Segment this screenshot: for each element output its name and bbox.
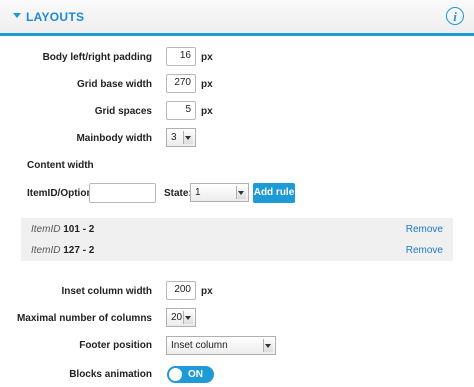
chevron-down-icon bbox=[263, 339, 273, 352]
inset-column-width-input[interactable]: 200 bbox=[166, 281, 196, 300]
toggle-knob bbox=[169, 368, 182, 381]
state-select[interactable]: 1 bbox=[190, 183, 249, 202]
grid-base-width-label: Grid base width bbox=[76, 79, 152, 90]
grid-spaces-input[interactable]: 5 bbox=[166, 101, 196, 120]
remove-link[interactable]: Remove bbox=[406, 245, 443, 256]
footer-position-value: Inset column bbox=[171, 340, 228, 351]
itemid-label: ItemID/Option: bbox=[27, 188, 96, 199]
inset-column-width-unit: px bbox=[201, 286, 213, 297]
max-columns-select[interactable]: 20 bbox=[166, 308, 196, 327]
panel-header[interactable]: LAYOUTS i bbox=[0, 0, 474, 36]
rule-row: ItemID 101 - 2 Remove bbox=[21, 218, 453, 240]
remove-link[interactable]: Remove bbox=[406, 224, 443, 235]
content-width-title: Content width bbox=[27, 160, 94, 171]
mainbody-width-value: 3 bbox=[171, 132, 177, 143]
rule-row: ItemID 127 - 2 Remove bbox=[21, 239, 453, 261]
chevron-down-icon bbox=[183, 311, 193, 324]
rule-id: ItemID 127 - 2 bbox=[31, 245, 95, 256]
max-columns-label: Maximal number of columns bbox=[16, 313, 152, 324]
footer-position-select[interactable]: Inset column bbox=[166, 336, 276, 355]
grid-base-width-unit: px bbox=[201, 79, 213, 90]
blocks-animation-toggle[interactable]: ON bbox=[167, 366, 214, 383]
mainbody-width-label: Mainbody width bbox=[76, 133, 152, 144]
chevron-down-icon[interactable] bbox=[13, 13, 21, 18]
body-padding-label: Body left/right padding bbox=[42, 52, 152, 63]
toggle-state: ON bbox=[188, 369, 203, 380]
state-label: State: bbox=[164, 188, 192, 199]
inset-column-width-label: Inset column width bbox=[61, 286, 152, 297]
footer-position-label: Footer position bbox=[79, 340, 152, 351]
panel-title: LAYOUTS bbox=[26, 10, 85, 24]
grid-spaces-label: Grid spaces bbox=[94, 106, 152, 117]
body-padding-input[interactable]: 16 bbox=[166, 47, 196, 66]
add-rule-button[interactable]: Add rule bbox=[253, 183, 295, 203]
itemid-input[interactable] bbox=[89, 183, 156, 203]
chevron-down-icon bbox=[236, 186, 246, 199]
blocks-animation-label: Blocks animation bbox=[69, 369, 152, 380]
mainbody-width-select[interactable]: 3 bbox=[166, 128, 196, 147]
chevron-down-icon bbox=[183, 131, 193, 144]
grid-spaces-unit: px bbox=[201, 106, 213, 117]
info-icon[interactable]: i bbox=[446, 7, 464, 25]
state-value: 1 bbox=[195, 187, 201, 198]
body-padding-unit: px bbox=[201, 52, 213, 63]
grid-base-width-input[interactable]: 270 bbox=[166, 74, 196, 93]
max-columns-value: 20 bbox=[171, 312, 183, 323]
rule-id: ItemID 101 - 2 bbox=[31, 224, 95, 235]
